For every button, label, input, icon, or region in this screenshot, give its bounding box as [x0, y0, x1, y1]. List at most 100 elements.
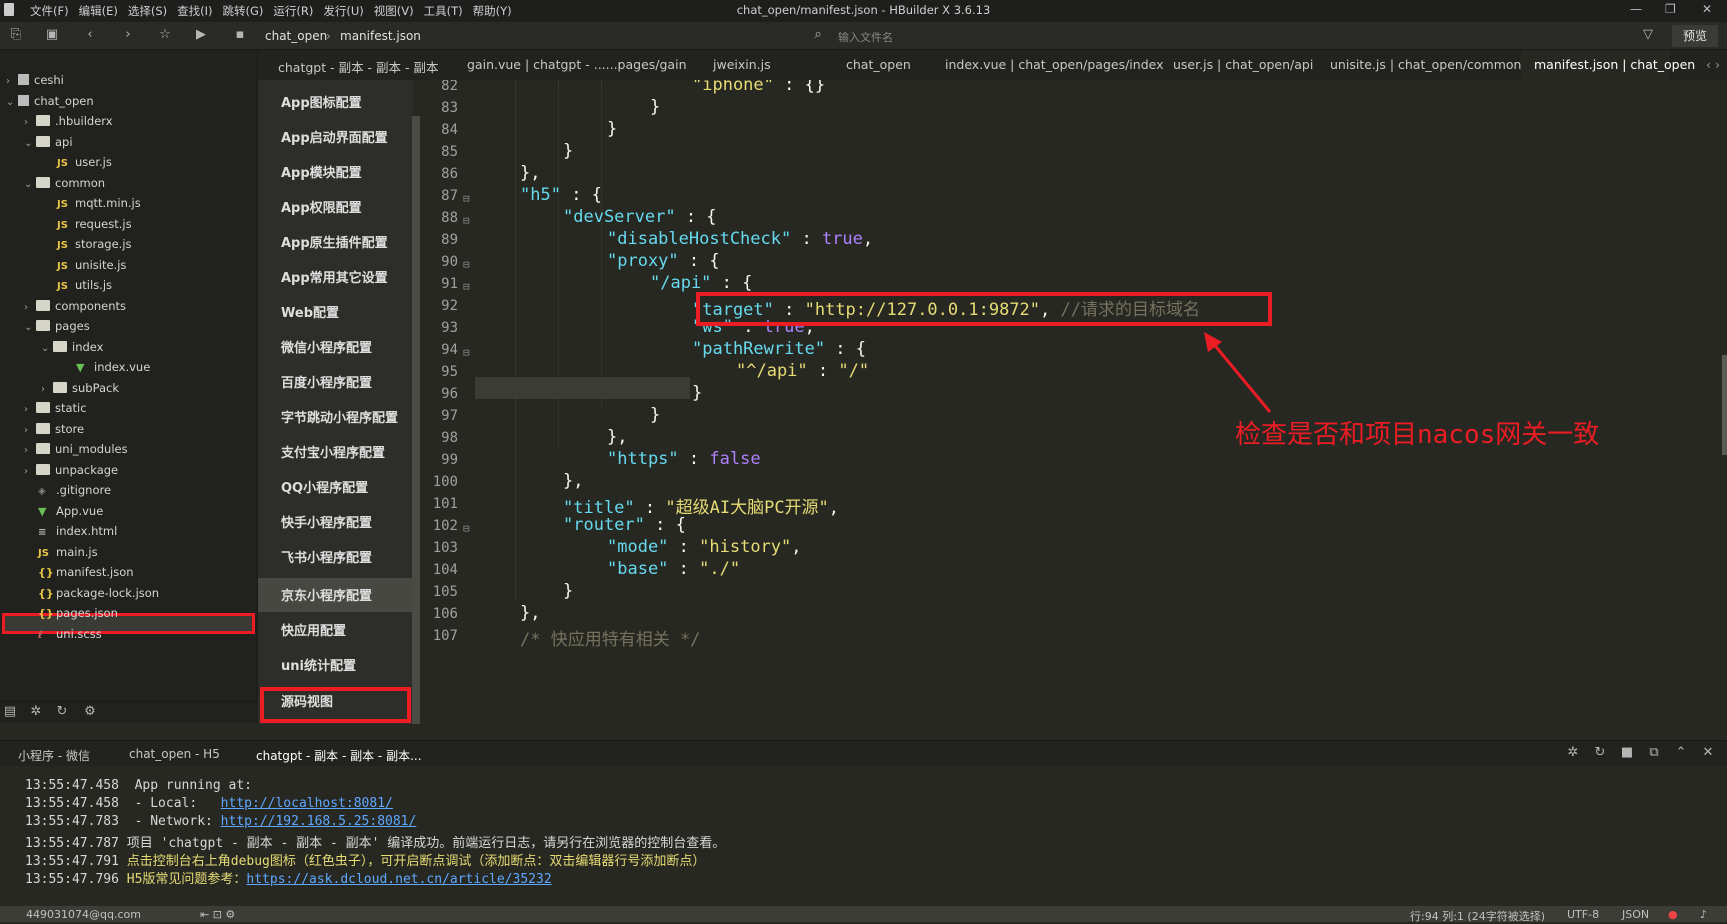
notification-icon[interactable]: ● — [1668, 908, 1678, 921]
line-number[interactable]: 102 — [420, 518, 458, 534]
tree-item-static[interactable]: › static — [24, 398, 87, 418]
tree-item-storage[interactable]: JS storage.js — [57, 234, 132, 254]
line-number[interactable]: 86 — [420, 166, 458, 182]
line-number[interactable]: 88 — [420, 210, 458, 226]
line-number[interactable]: 83 — [420, 100, 458, 116]
language-label[interactable]: JSON — [1622, 908, 1649, 921]
config-app-modules[interactable]: App模块配置 — [281, 162, 362, 181]
tree-item-hbuilderx[interactable]: › .hbuilderx — [24, 111, 113, 131]
filter-icon[interactable]: ▽ — [1640, 27, 1656, 43]
run-icon[interactable]: ▶ — [193, 27, 209, 43]
line-number[interactable]: 100 — [420, 474, 458, 490]
config-weixin[interactable]: 微信小程序配置 — [281, 337, 372, 356]
line-number[interactable]: 84 — [420, 122, 458, 138]
back-icon[interactable]: ‹ — [82, 27, 98, 43]
line-number[interactable]: 89 — [420, 232, 458, 248]
forward-icon[interactable]: › — [120, 27, 136, 43]
tree-item-api[interactable]: ⌄ api — [24, 132, 73, 152]
tree-item-main-js[interactable]: JS main.js — [38, 542, 98, 562]
maximize-panel-icon[interactable]: ⌃ — [1673, 745, 1689, 761]
config-alipay[interactable]: 支付宝小程序配置 — [281, 442, 385, 461]
debug-icon[interactable]: ✲ — [28, 704, 44, 720]
source-control-icon[interactable]: ↻ — [54, 704, 70, 720]
faq-link[interactable]: https://ask.dcloud.net.cn/article/35232 — [246, 872, 551, 887]
config-app-native-plugins[interactable]: App原生插件配置 — [281, 232, 388, 251]
config-quickapp[interactable]: 快应用配置 — [281, 620, 346, 639]
config-kuaishou[interactable]: 快手小程序配置 — [281, 512, 372, 531]
line-number[interactable]: 87 — [420, 188, 458, 204]
tab-chatgpt[interactable]: chatgpt - 副本 - 副本 - 副本 — [278, 57, 439, 76]
code-editor[interactable]: 82 83 84 85 86 87 88 89 90 91 92 93 94 9… — [420, 80, 1727, 724]
config-toutiao[interactable]: 字节跳动小程序配置 — [281, 407, 398, 426]
tab-index-vue[interactable]: index.vue | chat_open/pages/index — [945, 57, 1164, 72]
config-app-other[interactable]: App常用其它设置 — [281, 267, 388, 286]
tab-manifest-json[interactable]: manifest.json | chat_open — [1534, 57, 1695, 72]
line-number[interactable]: 99 — [420, 452, 458, 468]
line-number[interactable]: 95 — [420, 364, 458, 380]
star-icon[interactable]: ☆ — [157, 27, 173, 43]
restore-icon[interactable]: ❐ — [1665, 2, 1676, 16]
open-external-icon[interactable]: ⧉ — [1646, 745, 1662, 761]
ptab-chatgpt[interactable]: chatgpt - 副本 - 副本 - 副本... — [256, 747, 422, 768]
stop-icon[interactable]: ■ — [1619, 745, 1635, 761]
fold-icon[interactable]: ⊟ — [463, 192, 470, 205]
config-qq[interactable]: QQ小程序配置 — [281, 477, 368, 496]
local-url-link[interactable]: http://localhost:8081/ — [221, 796, 393, 811]
ptab-chat-open-h5[interactable]: chat_open - H5 — [129, 747, 220, 761]
close-icon[interactable]: ✕ — [1702, 2, 1712, 16]
tree-item-app-vue[interactable]: ▼ App.vue — [38, 501, 103, 521]
tree-item-pages-json[interactable]: {} pages.json — [38, 603, 118, 623]
line-number[interactable]: 105 — [420, 584, 458, 600]
tree-item-index-html[interactable]: ≡ index.html — [38, 521, 117, 541]
config-scrollbar[interactable] — [412, 116, 420, 724]
breadcrumb-project[interactable]: chat_open — [265, 29, 327, 43]
tab-chat-open[interactable]: chat_open — [846, 57, 911, 72]
fold-icon[interactable]: ⊟ — [463, 346, 470, 359]
tab-unisite-js[interactable]: unisite.js | chat_open/common — [1330, 57, 1521, 72]
line-number[interactable]: 91 — [420, 276, 458, 292]
debug-bug-icon[interactable]: ✲ — [1565, 745, 1581, 761]
fold-icon[interactable]: ⊟ — [463, 214, 470, 227]
fold-icon[interactable]: ⊟ — [463, 280, 470, 293]
tree-item-subpack[interactable]: › subPack — [41, 378, 119, 398]
config-jd[interactable]: 京东小程序配置 — [281, 585, 372, 604]
save-icon[interactable]: ▣ — [44, 27, 60, 43]
status-tools-icon[interactable]: ⇤ ⊡ ⚙ — [200, 908, 235, 921]
line-number[interactable]: 85 — [420, 144, 458, 160]
tree-item-common[interactable]: ⌄ common — [24, 173, 105, 193]
line-gutter[interactable]: 82 83 84 85 86 87 88 89 90 91 92 93 94 9… — [420, 80, 470, 724]
tree-item-mqtt[interactable]: JS mqtt.min.js — [57, 193, 141, 213]
line-number[interactable]: 96 — [420, 386, 458, 402]
tree-item-pages[interactable]: ⌄ pages — [24, 316, 90, 336]
preview-button[interactable]: 预览 — [1672, 25, 1718, 47]
tree-item-manifest-json[interactable]: {} manifest.json — [38, 562, 134, 582]
line-number[interactable]: 103 — [420, 540, 458, 556]
line-number[interactable]: 82 — [420, 80, 458, 94]
minimize-icon[interactable]: — — [1630, 2, 1642, 16]
tree-item-uni-modules[interactable]: › uni_modules — [24, 439, 128, 459]
tree-item-chat-open[interactable]: ⌄ chat_open — [6, 91, 94, 111]
tree-item-unpackage[interactable]: › unpackage — [24, 460, 118, 480]
line-number[interactable]: 107 — [420, 628, 458, 644]
ptab-weixin[interactable]: 小程序 - 微信 — [18, 747, 90, 764]
tree-item-ceshi[interactable]: › ceshi — [6, 70, 64, 90]
tree-item-utils[interactable]: JS utils.js — [57, 275, 112, 295]
line-number[interactable]: 93 — [420, 320, 458, 336]
tree-item-index-folder[interactable]: ⌄ index — [41, 337, 103, 357]
encoding-label[interactable]: UTF-8 — [1567, 908, 1599, 921]
tab-user-js[interactable]: user.js | chat_open/api — [1173, 57, 1313, 72]
tree-item-uni-scss[interactable]: ℓ uni.scss — [38, 624, 102, 644]
tree-item-user-js[interactable]: JS user.js — [57, 152, 112, 172]
line-number[interactable]: 94 — [420, 342, 458, 358]
tab-jweixin[interactable]: jweixin.js — [713, 57, 771, 72]
config-web[interactable]: Web配置 — [281, 302, 339, 321]
line-number[interactable]: 97 — [420, 408, 458, 424]
tree-item-gitignore[interactable]: ◈ .gitignore — [38, 480, 111, 500]
config-app-splash[interactable]: App启动界面配置 — [281, 127, 388, 146]
tree-item-request[interactable]: JS request.js — [57, 214, 132, 234]
line-number[interactable]: 106 — [420, 606, 458, 622]
tab-gain-vue[interactable]: gain.vue | chatgpt - ......pages/gain — [467, 57, 687, 72]
config-app-permissions[interactable]: App权限配置 — [281, 197, 362, 216]
config-app-icon[interactable]: App图标配置 — [281, 92, 362, 111]
account-label[interactable]: 449031074@qq.com — [26, 908, 141, 921]
